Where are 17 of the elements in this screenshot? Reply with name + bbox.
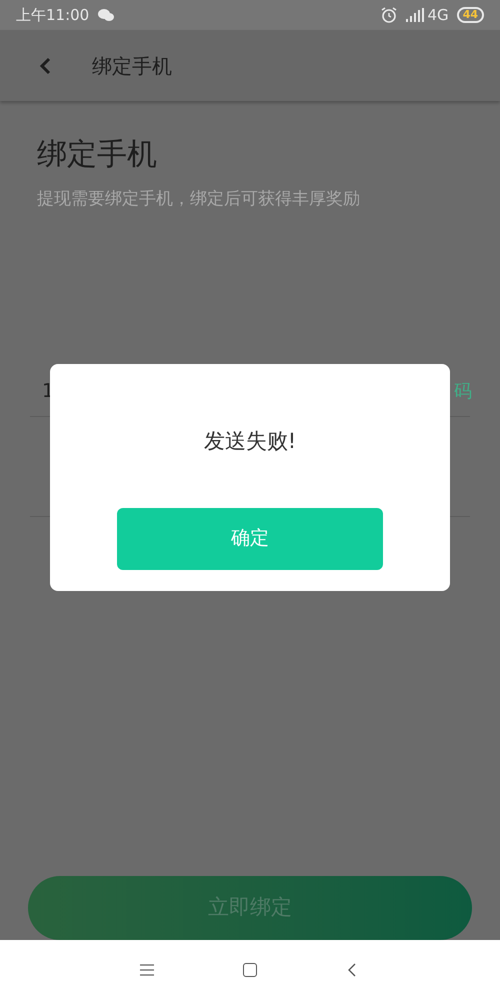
page-subtitle: 提现需要绑定手机，绑定后可获得丰厚奖励	[37, 188, 361, 211]
back-button[interactable]	[38, 56, 52, 76]
confirm-button[interactable]: 确定	[117, 508, 383, 570]
page-heading: 绑定手机	[37, 136, 158, 174]
battery-level: 44	[456, 7, 484, 23]
signal-icon	[406, 8, 424, 22]
alarm-icon	[380, 6, 398, 24]
status-time: 上午11:00	[16, 4, 90, 26]
home-icon[interactable]	[243, 963, 257, 977]
header-title: 绑定手机	[92, 52, 172, 80]
get-code-link[interactable]: 码	[454, 378, 472, 404]
network-type: 4G	[428, 4, 449, 26]
dialog-message: 发送失败!	[204, 428, 296, 455]
back-nav-icon[interactable]	[348, 963, 356, 977]
menu-icon[interactable]	[140, 964, 154, 976]
back-icon	[39, 56, 51, 74]
chat-bubbles-icon	[97, 8, 116, 22]
